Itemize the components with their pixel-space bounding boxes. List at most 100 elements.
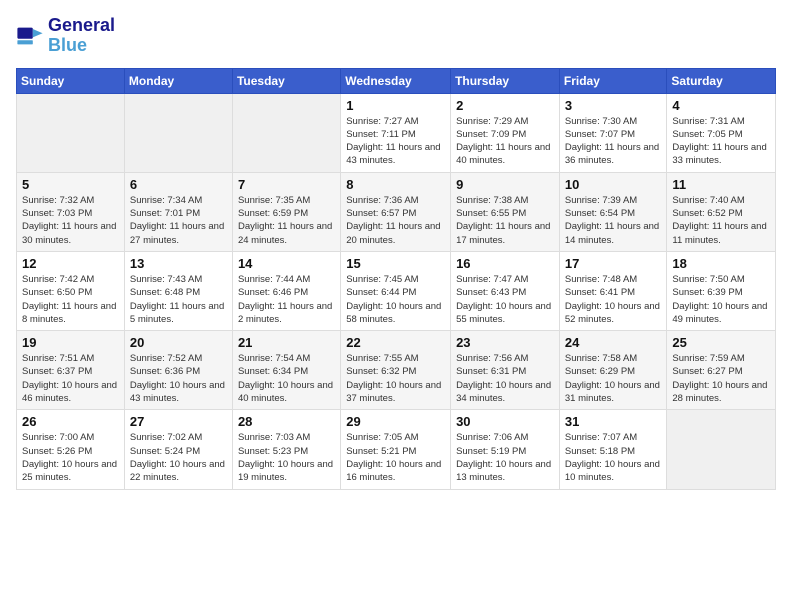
calendar-cell: 13 Sunrise: 7:43 AM Sunset: 6:48 PM Dayli…	[124, 251, 232, 330]
day-number: 12	[22, 256, 119, 271]
day-info: Sunrise: 7:40 AM Sunset: 6:52 PM Dayligh…	[672, 194, 770, 247]
calendar-cell: 29 Sunrise: 7:05 AM Sunset: 5:21 PM Dayli…	[341, 410, 451, 489]
day-info: Sunrise: 7:32 AM Sunset: 7:03 PM Dayligh…	[22, 194, 119, 247]
day-info: Sunrise: 7:42 AM Sunset: 6:50 PM Dayligh…	[22, 273, 119, 326]
calendar-cell: 25 Sunrise: 7:59 AM Sunset: 6:27 PM Dayli…	[667, 331, 776, 410]
day-info: Sunrise: 7:31 AM Sunset: 7:05 PM Dayligh…	[672, 115, 770, 168]
calendar-header-thursday: Thursday	[451, 68, 560, 93]
day-number: 16	[456, 256, 554, 271]
day-info: Sunrise: 7:03 AM Sunset: 5:23 PM Dayligh…	[238, 431, 335, 484]
calendar-header-friday: Friday	[559, 68, 667, 93]
day-info: Sunrise: 7:00 AM Sunset: 5:26 PM Dayligh…	[22, 431, 119, 484]
calendar-cell: 11 Sunrise: 7:40 AM Sunset: 6:52 PM Dayli…	[667, 172, 776, 251]
day-number: 10	[565, 177, 662, 192]
calendar-cell: 16 Sunrise: 7:47 AM Sunset: 6:43 PM Dayli…	[451, 251, 560, 330]
logo-line1: General	[48, 16, 115, 36]
day-info: Sunrise: 7:34 AM Sunset: 7:01 PM Dayligh…	[130, 194, 227, 247]
day-number: 8	[346, 177, 445, 192]
day-number: 15	[346, 256, 445, 271]
day-info: Sunrise: 7:54 AM Sunset: 6:34 PM Dayligh…	[238, 352, 335, 405]
page: General Blue SundayMondayTuesdayWednesda…	[0, 0, 792, 612]
calendar-header-saturday: Saturday	[667, 68, 776, 93]
day-number: 28	[238, 414, 335, 429]
day-number: 19	[22, 335, 119, 350]
day-info: Sunrise: 7:39 AM Sunset: 6:54 PM Dayligh…	[565, 194, 662, 247]
day-number: 26	[22, 414, 119, 429]
day-info: Sunrise: 7:43 AM Sunset: 6:48 PM Dayligh…	[130, 273, 227, 326]
calendar-cell: 8Sunrise: 7:36 AM Sunset: 6:57 PM Daylig…	[341, 172, 451, 251]
calendar-cell: 26 Sunrise: 7:00 AM Sunset: 5:26 PM Dayli…	[17, 410, 125, 489]
calendar-cell: 17Sunrise: 7:48 AM Sunset: 6:41 PM Dayli…	[559, 251, 667, 330]
calendar-cell: 19 Sunrise: 7:51 AM Sunset: 6:37 PM Dayli…	[17, 331, 125, 410]
day-number: 11	[672, 177, 770, 192]
logo-text: General Blue	[48, 16, 115, 56]
day-number: 27	[130, 414, 227, 429]
calendar-cell: 9Sunrise: 7:38 AM Sunset: 6:55 PM Daylig…	[451, 172, 560, 251]
calendar-cell: 14Sunrise: 7:44 AM Sunset: 6:46 PM Dayli…	[232, 251, 340, 330]
calendar-cell: 21 Sunrise: 7:54 AM Sunset: 6:34 PM Dayli…	[232, 331, 340, 410]
day-info: Sunrise: 7:30 AM Sunset: 7:07 PM Dayligh…	[565, 115, 662, 168]
day-info: Sunrise: 7:27 AM Sunset: 7:11 PM Dayligh…	[346, 115, 445, 168]
calendar-cell	[17, 93, 125, 172]
day-info: Sunrise: 7:52 AM Sunset: 6:36 PM Dayligh…	[130, 352, 227, 405]
calendar-cell: 2Sunrise: 7:29 AM Sunset: 7:09 PM Daylig…	[451, 93, 560, 172]
logo-line2: Blue	[48, 36, 115, 56]
calendar-cell	[667, 410, 776, 489]
calendar-cell: 12 Sunrise: 7:42 AM Sunset: 6:50 PM Dayli…	[17, 251, 125, 330]
calendar-header-monday: Monday	[124, 68, 232, 93]
calendar-cell: 20 Sunrise: 7:52 AM Sunset: 6:36 PM Dayli…	[124, 331, 232, 410]
logo: General Blue	[16, 16, 115, 56]
day-number: 20	[130, 335, 227, 350]
day-info: Sunrise: 7:59 AM Sunset: 6:27 PM Dayligh…	[672, 352, 770, 405]
day-info: Sunrise: 7:51 AM Sunset: 6:37 PM Dayligh…	[22, 352, 119, 405]
calendar-cell: 31Sunrise: 7:07 AM Sunset: 5:18 PM Dayli…	[559, 410, 667, 489]
day-number: 18	[672, 256, 770, 271]
day-info: Sunrise: 7:45 AM Sunset: 6:44 PM Dayligh…	[346, 273, 445, 326]
calendar: SundayMondayTuesdayWednesdayThursdayFrid…	[16, 68, 776, 490]
day-number: 6	[130, 177, 227, 192]
day-number: 17	[565, 256, 662, 271]
calendar-header-row: SundayMondayTuesdayWednesdayThursdayFrid…	[17, 68, 776, 93]
day-number: 30	[456, 414, 554, 429]
day-number: 2	[456, 98, 554, 113]
calendar-cell: 24Sunrise: 7:58 AM Sunset: 6:29 PM Dayli…	[559, 331, 667, 410]
calendar-week-5: 26 Sunrise: 7:00 AM Sunset: 5:26 PM Dayli…	[17, 410, 776, 489]
day-number: 7	[238, 177, 335, 192]
day-number: 22	[346, 335, 445, 350]
calendar-cell: 5Sunrise: 7:32 AM Sunset: 7:03 PM Daylig…	[17, 172, 125, 251]
day-info: Sunrise: 7:02 AM Sunset: 5:24 PM Dayligh…	[130, 431, 227, 484]
calendar-cell: 4Sunrise: 7:31 AM Sunset: 7:05 PM Daylig…	[667, 93, 776, 172]
calendar-week-2: 5Sunrise: 7:32 AM Sunset: 7:03 PM Daylig…	[17, 172, 776, 251]
day-number: 21	[238, 335, 335, 350]
calendar-cell: 15 Sunrise: 7:45 AM Sunset: 6:44 PM Dayli…	[341, 251, 451, 330]
calendar-cell: 23Sunrise: 7:56 AM Sunset: 6:31 PM Dayli…	[451, 331, 560, 410]
calendar-cell	[232, 93, 340, 172]
logo-icon	[16, 22, 44, 50]
calendar-cell: 27 Sunrise: 7:02 AM Sunset: 5:24 PM Dayli…	[124, 410, 232, 489]
day-info: Sunrise: 7:06 AM Sunset: 5:19 PM Dayligh…	[456, 431, 554, 484]
day-number: 24	[565, 335, 662, 350]
calendar-header-sunday: Sunday	[17, 68, 125, 93]
day-info: Sunrise: 7:47 AM Sunset: 6:43 PM Dayligh…	[456, 273, 554, 326]
day-number: 1	[346, 98, 445, 113]
calendar-cell: 3Sunrise: 7:30 AM Sunset: 7:07 PM Daylig…	[559, 93, 667, 172]
calendar-cell: 6 Sunrise: 7:34 AM Sunset: 7:01 PM Daylig…	[124, 172, 232, 251]
calendar-cell: 30 Sunrise: 7:06 AM Sunset: 5:19 PM Dayli…	[451, 410, 560, 489]
day-info: Sunrise: 7:38 AM Sunset: 6:55 PM Dayligh…	[456, 194, 554, 247]
day-number: 25	[672, 335, 770, 350]
day-number: 13	[130, 256, 227, 271]
calendar-cell: 7Sunrise: 7:35 AM Sunset: 6:59 PM Daylig…	[232, 172, 340, 251]
calendar-week-1: 1 Sunrise: 7:27 AM Sunset: 7:11 PM Daylig…	[17, 93, 776, 172]
day-number: 29	[346, 414, 445, 429]
calendar-week-3: 12 Sunrise: 7:42 AM Sunset: 6:50 PM Dayli…	[17, 251, 776, 330]
calendar-cell: 1 Sunrise: 7:27 AM Sunset: 7:11 PM Daylig…	[341, 93, 451, 172]
day-info: Sunrise: 7:05 AM Sunset: 5:21 PM Dayligh…	[346, 431, 445, 484]
calendar-cell: 18Sunrise: 7:50 AM Sunset: 6:39 PM Dayli…	[667, 251, 776, 330]
calendar-cell: 10 Sunrise: 7:39 AM Sunset: 6:54 PM Dayli…	[559, 172, 667, 251]
calendar-week-4: 19 Sunrise: 7:51 AM Sunset: 6:37 PM Dayli…	[17, 331, 776, 410]
day-info: Sunrise: 7:44 AM Sunset: 6:46 PM Dayligh…	[238, 273, 335, 326]
day-info: Sunrise: 7:07 AM Sunset: 5:18 PM Dayligh…	[565, 431, 662, 484]
day-info: Sunrise: 7:56 AM Sunset: 6:31 PM Dayligh…	[456, 352, 554, 405]
day-info: Sunrise: 7:55 AM Sunset: 6:32 PM Dayligh…	[346, 352, 445, 405]
calendar-header-wednesday: Wednesday	[341, 68, 451, 93]
